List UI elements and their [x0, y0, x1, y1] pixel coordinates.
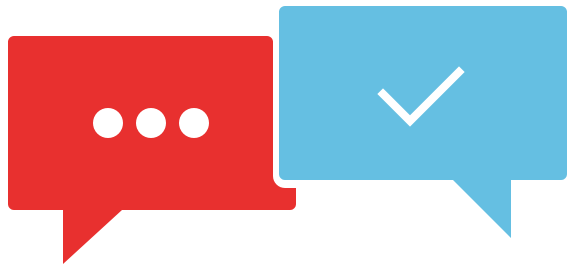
ellipsis-dot [179, 108, 209, 138]
ellipsis-icon [93, 108, 209, 138]
left-bubble-shape [8, 36, 296, 264]
right-speech-bubble [279, 6, 567, 238]
ellipsis-dot [93, 108, 123, 138]
left-speech-bubble [8, 36, 296, 264]
ellipsis-dot [136, 108, 166, 138]
right-bubble-shape [279, 6, 567, 238]
chat-bubbles-illustration [0, 0, 567, 265]
illustration-canvas [8, 6, 567, 264]
